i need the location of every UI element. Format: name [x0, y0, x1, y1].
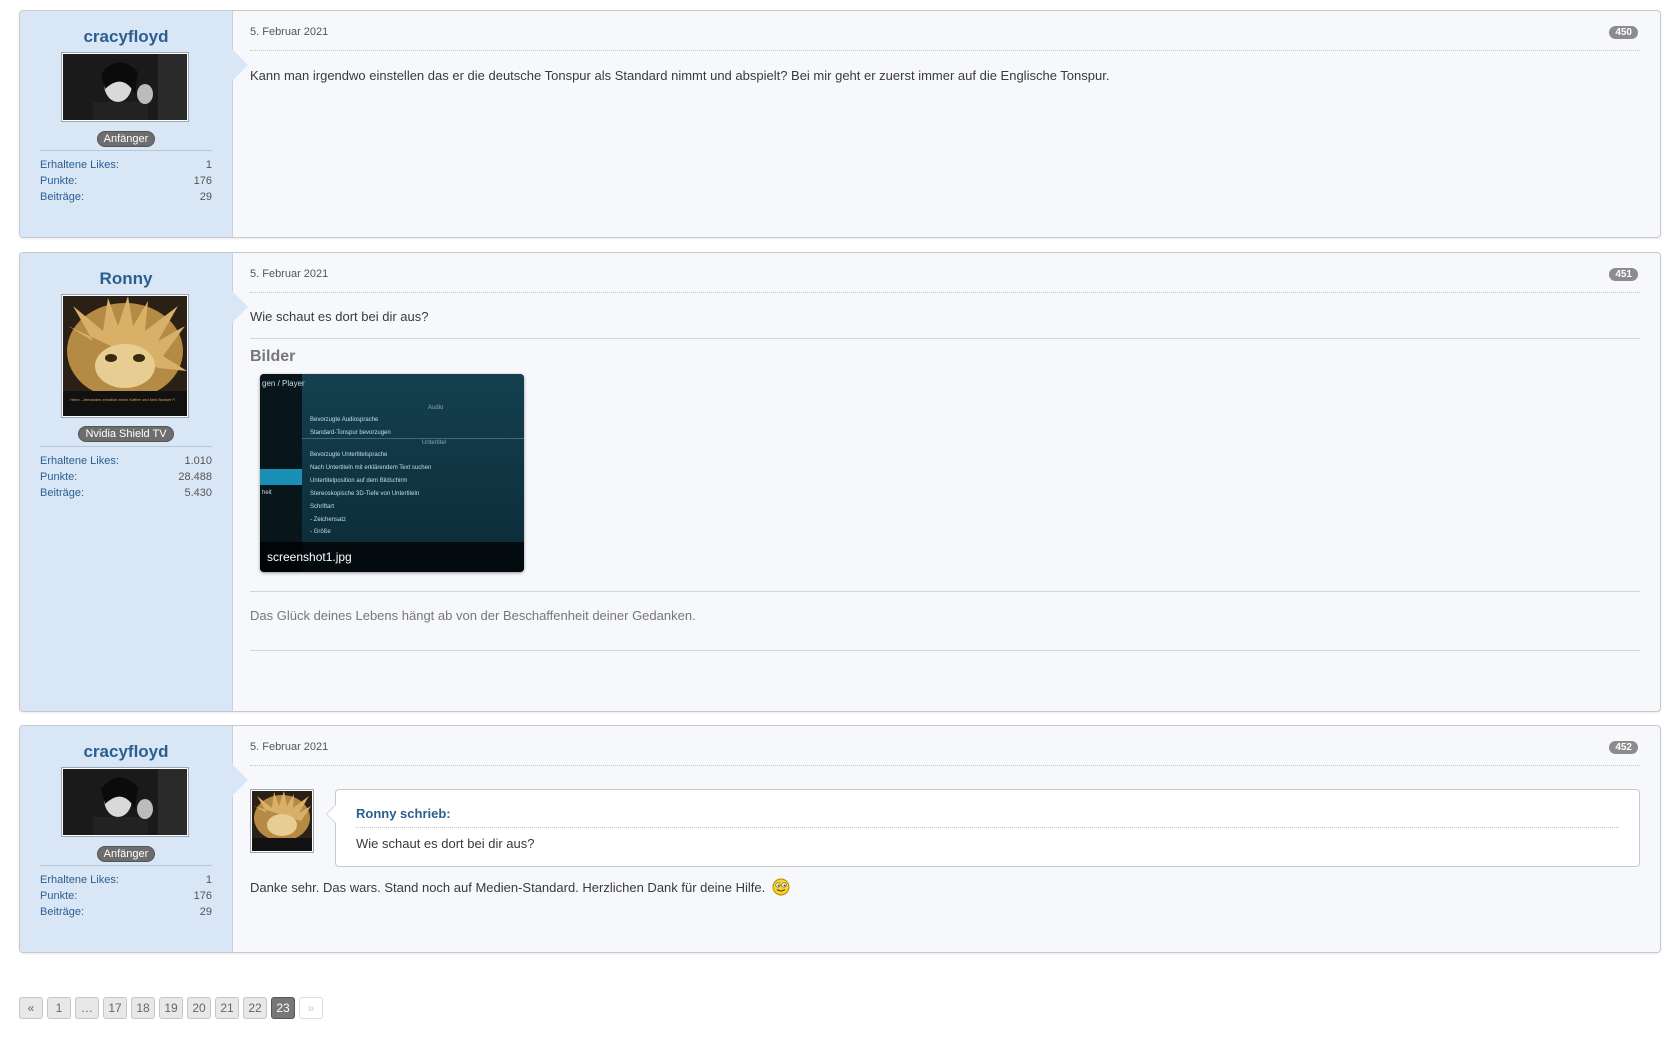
- post-number-badge[interactable]: 451: [1609, 268, 1638, 281]
- post-text: Kann man irgendwo einstellen das er die …: [250, 68, 1110, 83]
- pagination-page-22[interactable]: 22: [243, 997, 267, 1019]
- pagination-ellipsis[interactable]: …: [75, 997, 99, 1019]
- pagination-page-17[interactable]: 17: [103, 997, 127, 1019]
- user-rank-badge: Anfänger: [20, 844, 232, 862]
- divider: [250, 650, 1640, 651]
- username-link[interactable]: cracyfloyd: [20, 742, 232, 762]
- attachment-text: Schriftart: [310, 504, 335, 510]
- attachment-filename[interactable]: screenshot1.jpg: [260, 542, 524, 572]
- attachments-title: Bilder: [250, 348, 296, 365]
- attachment-text: Untertitelposition auf dem Bildschirm: [310, 478, 408, 484]
- avatar[interactable]: [61, 52, 189, 122]
- user-rank-badge: Nvidia Shield TV: [20, 424, 232, 442]
- user-stats: Erhaltene Likes: 1.010 Punkte: 28.488 Beit…: [40, 446, 212, 501]
- post-451: Ronny Hmm...Jemandes ernstlich einen Kaf…: [19, 252, 1661, 712]
- quote-author-link[interactable]: Ronny schrieb:: [356, 806, 451, 821]
- user-signature: Das Glück deines Lebens hängt ab von der…: [250, 608, 696, 623]
- attachment-text: - Größe: [310, 529, 331, 535]
- post-number-badge[interactable]: 450: [1609, 26, 1638, 39]
- user-stats: Erhaltene Likes: 1 Punkte: 176 Beiträge: 29: [40, 150, 212, 205]
- stat-likes: Erhaltene Likes: 1.010: [40, 455, 212, 467]
- post-date[interactable]: 5. Februar 2021: [250, 26, 328, 38]
- attachment-text: gen / Player: [262, 379, 305, 388]
- pagination-page-19[interactable]: 19: [159, 997, 183, 1019]
- pagination-page-20[interactable]: 20: [187, 997, 211, 1019]
- attachment-divider: [302, 438, 524, 439]
- attachment-text: Bevorzugte Untertitelsprache: [310, 452, 388, 458]
- pagination-page-21[interactable]: 21: [215, 997, 239, 1019]
- stat-posts: Beiträge: 29: [40, 906, 212, 918]
- attachment-text: heit: [262, 490, 272, 496]
- pagination: « 1 … 17 18 19 20 21 22 23 »: [19, 997, 323, 1019]
- post-text-row: Danke sehr. Das wars. Stand noch auf Med…: [250, 878, 790, 899]
- post-text: Danke sehr. Das wars. Stand noch auf Med…: [250, 879, 766, 895]
- pagination-page-1[interactable]: 1: [47, 997, 71, 1019]
- stat-likes: Erhaltene Likes: 1: [40, 159, 212, 171]
- username-link[interactable]: Ronny: [20, 269, 232, 289]
- username-link[interactable]: cracyfloyd: [20, 27, 232, 47]
- attachment-text: Nach Untertiteln mit erklärendem Text su…: [310, 465, 432, 471]
- post-date[interactable]: 5. Februar 2021: [250, 268, 328, 280]
- attachment-text: Untertitel: [422, 440, 447, 446]
- user-sidebar: Ronny Hmm...Jemandes ernstlich einen Kaf…: [20, 253, 248, 711]
- stat-points: Punkte: 176: [40, 175, 212, 187]
- divider: [250, 50, 1640, 51]
- divider: [250, 292, 1640, 293]
- avatar-caption: Hmm...Jemandes ernstlich einen Kaffee un…: [70, 397, 175, 402]
- stat-likes: Erhaltene Likes: 1: [40, 874, 212, 886]
- user-rank-badge: Anfänger: [20, 129, 232, 147]
- user-sidebar: cracyfloyd Anfänger Erhaltene Likes: 1 Pu…: [20, 726, 248, 952]
- post-450: cracyfloyd Anfänger Erhaltene Likes: 1 Pu…: [19, 10, 1661, 238]
- attachment-text: - Zeichensatz: [310, 517, 347, 523]
- attachment-text: Bevorzugte Audiosprache: [310, 417, 379, 423]
- attachment-text: Stereoskopische 3D-Tiefe von Untertiteln: [310, 491, 420, 497]
- attachment-text: Audio: [428, 405, 444, 411]
- avatar[interactable]: Hmm...Jemandes ernstlich einen Kaffee un…: [61, 294, 189, 418]
- divider: [356, 827, 1619, 828]
- pagination-first-button[interactable]: «: [19, 997, 43, 1019]
- quote-avatar[interactable]: [250, 789, 314, 853]
- post-date[interactable]: 5. Februar 2021: [250, 741, 328, 753]
- divider: [250, 591, 1640, 592]
- attachment-nav-highlight: [260, 469, 302, 485]
- user-sidebar: cracyfloyd Anfänger Erhaltene Likes: 1 Pu…: [20, 11, 248, 237]
- attachment-text: Standard-Tonspur bevorzugen: [310, 430, 391, 436]
- stat-points: Punkte: 28.488: [40, 471, 212, 483]
- avatar[interactable]: [61, 767, 189, 837]
- quote-block: Ronny schrieb: Wie schaut es dort bei di…: [326, 789, 1640, 867]
- stat-posts: Beiträge: 29: [40, 191, 212, 203]
- image-attachment[interactable]: gen / Player Audio Bevorzugte Audiosprac…: [260, 374, 524, 572]
- stat-posts: Beiträge: 5.430: [40, 487, 212, 499]
- pagination-page-current[interactable]: 23: [271, 997, 295, 1019]
- pagination-next-button[interactable]: »: [299, 997, 323, 1019]
- pagination-page-18[interactable]: 18: [131, 997, 155, 1019]
- post-452: cracyfloyd Anfänger Erhaltene Likes: 1 Pu…: [19, 725, 1661, 953]
- divider: [250, 765, 1640, 766]
- user-stats: Erhaltene Likes: 1 Punkte: 176 Beiträge: 29: [40, 865, 212, 920]
- post-text: Wie schaut es dort bei dir aus?: [250, 309, 429, 324]
- post-number-badge[interactable]: 452: [1609, 741, 1638, 754]
- smiley-icon: [772, 878, 790, 899]
- quote-text: Wie schaut es dort bei dir aus?: [356, 836, 535, 851]
- divider: [250, 338, 1640, 339]
- stat-points: Punkte: 176: [40, 890, 212, 902]
